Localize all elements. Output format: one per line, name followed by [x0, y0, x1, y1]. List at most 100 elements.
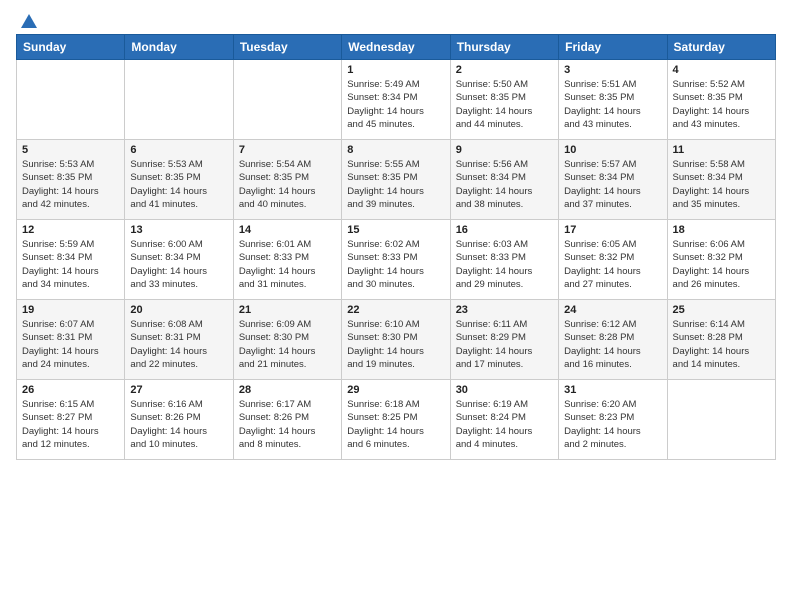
calendar-cell: 18 Sunrise: 6:06 AM Sunset: 8:32 PM Dayli…: [667, 220, 775, 300]
day-number: 12: [22, 224, 119, 236]
calendar-cell: [17, 60, 125, 140]
day-info: Sunrise: 6:16 AM Sunset: 8:26 PM Dayligh…: [130, 398, 227, 451]
day-number: 23: [456, 304, 553, 316]
header-thursday: Thursday: [450, 35, 558, 60]
day-info: Sunrise: 6:14 AM Sunset: 8:28 PM Dayligh…: [673, 318, 770, 371]
day-info: Sunrise: 5:57 AM Sunset: 8:34 PM Dayligh…: [564, 158, 661, 211]
day-number: 7: [239, 144, 336, 156]
day-info: Sunrise: 6:00 AM Sunset: 8:34 PM Dayligh…: [130, 238, 227, 291]
day-number: 2: [456, 64, 553, 76]
header-tuesday: Tuesday: [233, 35, 341, 60]
day-info: Sunrise: 6:01 AM Sunset: 8:33 PM Dayligh…: [239, 238, 336, 291]
day-number: 6: [130, 144, 227, 156]
calendar-week-row: 12 Sunrise: 5:59 AM Sunset: 8:34 PM Dayli…: [17, 220, 776, 300]
calendar-cell: 1Sunrise: 5:49 AM Sunset: 8:34 PM Daylig…: [342, 60, 450, 140]
calendar-cell: 6 Sunrise: 5:53 AM Sunset: 8:35 PM Daylig…: [125, 140, 233, 220]
day-info: Sunrise: 5:52 AM Sunset: 8:35 PM Dayligh…: [673, 78, 770, 131]
day-info: Sunrise: 6:03 AM Sunset: 8:33 PM Dayligh…: [456, 238, 553, 291]
day-number: 31: [564, 384, 661, 396]
day-info: Sunrise: 6:05 AM Sunset: 8:32 PM Dayligh…: [564, 238, 661, 291]
day-number: 20: [130, 304, 227, 316]
calendar-cell: 26 Sunrise: 6:15 AM Sunset: 8:27 PM Dayli…: [17, 380, 125, 460]
day-number: 29: [347, 384, 444, 396]
calendar-cell: 21Sunrise: 6:09 AM Sunset: 8:30 PM Dayli…: [233, 300, 341, 380]
calendar-cell: 8 Sunrise: 5:55 AM Sunset: 8:35 PM Daylig…: [342, 140, 450, 220]
header-monday: Monday: [125, 35, 233, 60]
day-number: 19: [22, 304, 119, 316]
day-number: 28: [239, 384, 336, 396]
day-info: Sunrise: 6:10 AM Sunset: 8:30 PM Dayligh…: [347, 318, 444, 371]
day-number: 9: [456, 144, 553, 156]
day-info: Sunrise: 6:15 AM Sunset: 8:27 PM Dayligh…: [22, 398, 119, 451]
header-friday: Friday: [559, 35, 667, 60]
calendar-table: Sunday Monday Tuesday Wednesday Thursday…: [16, 34, 776, 460]
calendar-cell: 9 Sunrise: 5:56 AM Sunset: 8:34 PM Daylig…: [450, 140, 558, 220]
day-info: Sunrise: 5:55 AM Sunset: 8:35 PM Dayligh…: [347, 158, 444, 211]
day-number: 30: [456, 384, 553, 396]
day-number: 10: [564, 144, 661, 156]
day-info: Sunrise: 6:06 AM Sunset: 8:32 PM Dayligh…: [673, 238, 770, 291]
calendar-cell: 30 Sunrise: 6:19 AM Sunset: 8:24 PM Dayli…: [450, 380, 558, 460]
day-info: Sunrise: 5:50 AM Sunset: 8:35 PM Dayligh…: [456, 78, 553, 131]
day-info: Sunrise: 5:54 AM Sunset: 8:35 PM Dayligh…: [239, 158, 336, 211]
calendar-cell: [233, 60, 341, 140]
day-info: Sunrise: 6:12 AM Sunset: 8:28 PM Dayligh…: [564, 318, 661, 371]
day-info: Sunrise: 5:53 AM Sunset: 8:35 PM Dayligh…: [130, 158, 227, 211]
day-info: Sunrise: 5:49 AM Sunset: 8:34 PM Dayligh…: [347, 78, 444, 131]
calendar-cell: [125, 60, 233, 140]
logo: [16, 12, 38, 26]
header-saturday: Saturday: [667, 35, 775, 60]
day-number: 26: [22, 384, 119, 396]
calendar-cell: 11 Sunrise: 5:58 AM Sunset: 8:34 PM Dayli…: [667, 140, 775, 220]
day-info: Sunrise: 6:17 AM Sunset: 8:26 PM Dayligh…: [239, 398, 336, 451]
calendar-cell: 17 Sunrise: 6:05 AM Sunset: 8:32 PM Dayli…: [559, 220, 667, 300]
calendar-cell: 16 Sunrise: 6:03 AM Sunset: 8:33 PM Dayli…: [450, 220, 558, 300]
calendar-cell: 7 Sunrise: 5:54 AM Sunset: 8:35 PM Daylig…: [233, 140, 341, 220]
header-wednesday: Wednesday: [342, 35, 450, 60]
calendar-cell: 24 Sunrise: 6:12 AM Sunset: 8:28 PM Dayli…: [559, 300, 667, 380]
calendar-cell: 25 Sunrise: 6:14 AM Sunset: 8:28 PM Dayli…: [667, 300, 775, 380]
calendar-page: Sunday Monday Tuesday Wednesday Thursday…: [0, 0, 792, 612]
day-info: Sunrise: 6:18 AM Sunset: 8:25 PM Dayligh…: [347, 398, 444, 451]
logo-icon: [20, 12, 38, 30]
calendar-week-row: 19Sunrise: 6:07 AM Sunset: 8:31 PM Dayli…: [17, 300, 776, 380]
calendar-cell: 23 Sunrise: 6:11 AM Sunset: 8:29 PM Dayli…: [450, 300, 558, 380]
day-number: 11: [673, 144, 770, 156]
day-info: Sunrise: 6:19 AM Sunset: 8:24 PM Dayligh…: [456, 398, 553, 451]
calendar-cell: 28 Sunrise: 6:17 AM Sunset: 8:26 PM Dayli…: [233, 380, 341, 460]
day-number: 3: [564, 64, 661, 76]
day-info: Sunrise: 5:51 AM Sunset: 8:35 PM Dayligh…: [564, 78, 661, 131]
day-number: 18: [673, 224, 770, 236]
day-number: 16: [456, 224, 553, 236]
day-info: Sunrise: 6:08 AM Sunset: 8:31 PM Dayligh…: [130, 318, 227, 371]
day-number: 8: [347, 144, 444, 156]
calendar-cell: [667, 380, 775, 460]
header-sunday: Sunday: [17, 35, 125, 60]
day-info: Sunrise: 6:11 AM Sunset: 8:29 PM Dayligh…: [456, 318, 553, 371]
calendar-cell: 15 Sunrise: 6:02 AM Sunset: 8:33 PM Dayli…: [342, 220, 450, 300]
day-number: 22: [347, 304, 444, 316]
day-number: 24: [564, 304, 661, 316]
day-info: Sunrise: 6:02 AM Sunset: 8:33 PM Dayligh…: [347, 238, 444, 291]
day-info: Sunrise: 6:09 AM Sunset: 8:30 PM Dayligh…: [239, 318, 336, 371]
calendar-cell: 13 Sunrise: 6:00 AM Sunset: 8:34 PM Dayli…: [125, 220, 233, 300]
day-number: 5: [22, 144, 119, 156]
calendar-cell: 22 Sunrise: 6:10 AM Sunset: 8:30 PM Dayli…: [342, 300, 450, 380]
day-number: 13: [130, 224, 227, 236]
day-info: Sunrise: 5:58 AM Sunset: 8:34 PM Dayligh…: [673, 158, 770, 211]
day-number: 27: [130, 384, 227, 396]
day-number: 14: [239, 224, 336, 236]
calendar-cell: 4Sunrise: 5:52 AM Sunset: 8:35 PM Daylig…: [667, 60, 775, 140]
day-number: 25: [673, 304, 770, 316]
day-info: Sunrise: 5:59 AM Sunset: 8:34 PM Dayligh…: [22, 238, 119, 291]
calendar-cell: 2 Sunrise: 5:50 AM Sunset: 8:35 PM Daylig…: [450, 60, 558, 140]
calendar-cell: 27 Sunrise: 6:16 AM Sunset: 8:26 PM Dayli…: [125, 380, 233, 460]
calendar-cell: 3 Sunrise: 5:51 AM Sunset: 8:35 PM Daylig…: [559, 60, 667, 140]
calendar-cell: 5 Sunrise: 5:53 AM Sunset: 8:35 PM Daylig…: [17, 140, 125, 220]
day-info: Sunrise: 5:56 AM Sunset: 8:34 PM Dayligh…: [456, 158, 553, 211]
calendar-cell: 20 Sunrise: 6:08 AM Sunset: 8:31 PM Dayli…: [125, 300, 233, 380]
day-info: Sunrise: 5:53 AM Sunset: 8:35 PM Dayligh…: [22, 158, 119, 211]
day-number: 17: [564, 224, 661, 236]
day-number: 15: [347, 224, 444, 236]
calendar-cell: 29 Sunrise: 6:18 AM Sunset: 8:25 PM Dayli…: [342, 380, 450, 460]
